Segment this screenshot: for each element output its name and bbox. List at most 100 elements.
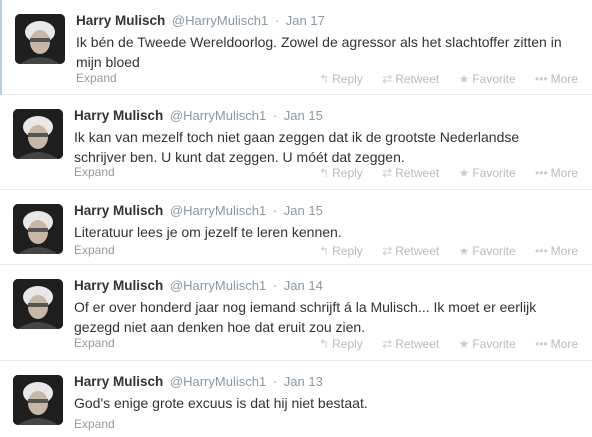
reply-button[interactable]: ↰ Reply xyxy=(319,337,363,351)
more-button[interactable]: ••• More xyxy=(535,72,578,86)
portrait-image xyxy=(15,14,65,64)
portrait-image xyxy=(13,375,63,425)
retweet-button[interactable]: ⇄ Retweet xyxy=(382,337,439,351)
tweet-text: Ik kan van mezelf toch niet gaan zeggen … xyxy=(74,129,520,165)
tweet-header: Harry Mulisch @HarryMulisch1 · Jan 15 xyxy=(74,203,323,221)
tweet-date[interactable]: Jan 17 xyxy=(286,13,325,28)
reply-button[interactable]: ↰ Reply xyxy=(319,166,363,180)
tweet-date[interactable]: Jan 15 xyxy=(284,203,323,218)
tweet-text: Literatuur lees je om jezelf te leren ke… xyxy=(74,224,342,240)
star-icon: ★ xyxy=(458,244,470,258)
favorite-button[interactable]: ★ Favorite xyxy=(459,72,516,86)
author-handle[interactable]: @HarryMulisch1 xyxy=(170,108,266,123)
avatar[interactable] xyxy=(13,375,63,425)
favorite-button[interactable]: ★ Favorite xyxy=(459,166,516,180)
reply-icon: ↰ xyxy=(319,166,330,180)
expand-link[interactable]: Expand xyxy=(74,417,115,431)
author-name[interactable]: Harry Mulisch xyxy=(76,13,165,28)
star-icon: ★ xyxy=(458,72,470,86)
author-name[interactable]: Harry Mulisch xyxy=(74,374,163,389)
retweet-icon: ⇄ xyxy=(382,337,393,351)
author-name[interactable]: Harry Mulisch xyxy=(74,203,163,218)
more-label: More xyxy=(550,244,578,258)
retweet-button[interactable]: ⇄ Retweet xyxy=(382,72,439,86)
reply-icon: ↰ xyxy=(319,244,330,258)
separator: · xyxy=(272,108,278,123)
star-icon: ★ xyxy=(458,337,470,351)
reply-button[interactable]: ↰ Reply xyxy=(319,72,363,86)
tweet-text: God's enige grote excuus is dat hij niet… xyxy=(74,395,368,411)
tweet-timeline: Harry Mulisch @HarryMulisch1 · Jan 17 Ik… xyxy=(0,0,592,437)
separator: · xyxy=(272,278,278,293)
retweet-button[interactable]: ⇄ Retweet xyxy=(382,166,439,180)
more-button[interactable]: ••• More xyxy=(535,337,578,351)
reply-label: Reply xyxy=(332,166,363,180)
favorite-label: Favorite xyxy=(472,166,516,180)
favorite-label: Favorite xyxy=(472,72,516,86)
tweet-actions: ↰ Reply ⇄ Retweet ★ Favorite ••• More xyxy=(303,166,578,180)
retweet-icon: ⇄ xyxy=(382,166,393,180)
favorite-label: Favorite xyxy=(472,337,516,351)
retweet-icon: ⇄ xyxy=(382,72,393,86)
tweet-date[interactable]: Jan 14 xyxy=(284,278,323,293)
more-label: More xyxy=(550,337,578,351)
tweet-date[interactable]: Jan 15 xyxy=(284,108,323,123)
separator: · xyxy=(272,374,278,389)
author-handle[interactable]: @HarryMulisch1 xyxy=(170,278,266,293)
avatar[interactable] xyxy=(13,204,63,254)
avatar[interactable] xyxy=(13,279,63,329)
tweet-actions: ↰ Reply ⇄ Retweet ★ Favorite ••• More xyxy=(303,244,578,258)
reply-icon: ↰ xyxy=(319,72,330,86)
author-name[interactable]: Harry Mulisch xyxy=(74,108,163,123)
more-button[interactable]: ••• More xyxy=(535,166,578,180)
reply-button[interactable]: ↰ Reply xyxy=(319,244,363,258)
tweet[interactable]: Harry Mulisch @HarryMulisch1 · Jan 17 Ik… xyxy=(0,0,592,95)
retweet-label: Retweet xyxy=(395,337,440,351)
author-handle[interactable]: @HarryMulisch1 xyxy=(170,203,266,218)
more-label: More xyxy=(550,166,578,180)
retweet-label: Retweet xyxy=(395,72,440,86)
expand-link[interactable]: Expand xyxy=(74,165,115,179)
tweet[interactable]: Harry Mulisch @HarryMulisch1 · Jan 15 Li… xyxy=(0,190,592,265)
tweet-date[interactable]: Jan 13 xyxy=(284,374,323,389)
tweet-text: Of er over honderd jaar nog iemand schri… xyxy=(74,299,537,335)
portrait-image xyxy=(13,204,63,254)
avatar[interactable] xyxy=(15,14,65,64)
favorite-button[interactable]: ★ Favorite xyxy=(459,244,516,258)
retweet-icon: ⇄ xyxy=(382,244,393,258)
tweet[interactable]: Harry Mulisch @HarryMulisch1 · Jan 14 Of… xyxy=(0,265,592,361)
retweet-label: Retweet xyxy=(395,166,440,180)
avatar[interactable] xyxy=(13,109,63,159)
tweet[interactable]: Harry Mulisch @HarryMulisch1 · Jan 15 Ik… xyxy=(0,95,592,190)
expand-link[interactable]: Expand xyxy=(76,71,117,85)
tweet-actions: ↰ Reply ⇄ Retweet ★ Favorite ••• More xyxy=(303,337,578,351)
star-icon: ★ xyxy=(458,166,470,180)
reply-icon: ↰ xyxy=(319,337,330,351)
author-handle[interactable]: @HarryMulisch1 xyxy=(172,13,268,28)
expand-link[interactable]: Expand xyxy=(74,243,115,257)
author-name[interactable]: Harry Mulisch xyxy=(74,278,163,293)
favorite-label: Favorite xyxy=(472,244,516,258)
more-dots-icon: ••• xyxy=(535,166,548,180)
reply-label: Reply xyxy=(332,337,363,351)
tweet-header: Harry Mulisch @HarryMulisch1 · Jan 17 xyxy=(76,13,325,31)
retweet-label: Retweet xyxy=(395,244,440,258)
tweet[interactable]: Harry Mulisch @HarryMulisch1 · Jan 13 Go… xyxy=(0,361,592,437)
retweet-button[interactable]: ⇄ Retweet xyxy=(382,244,439,258)
separator: · xyxy=(272,203,278,218)
tweet-actions: ↰ Reply ⇄ Retweet ★ Favorite ••• More xyxy=(303,72,578,86)
more-button[interactable]: ••• More xyxy=(535,244,578,258)
tweet-header: Harry Mulisch @HarryMulisch1 · Jan 15 xyxy=(74,108,323,126)
author-handle[interactable]: @HarryMulisch1 xyxy=(170,374,266,389)
more-dots-icon: ••• xyxy=(535,72,548,86)
favorite-button[interactable]: ★ Favorite xyxy=(459,337,516,351)
expand-link[interactable]: Expand xyxy=(74,336,115,350)
tweet-text: Ik bén de Tweede Wereldoorlog. Zowel de … xyxy=(76,34,562,70)
reply-label: Reply xyxy=(332,72,363,86)
tweet-header: Harry Mulisch @HarryMulisch1 · Jan 13 xyxy=(74,374,323,392)
more-dots-icon: ••• xyxy=(535,244,548,258)
more-label: More xyxy=(550,72,578,86)
tweet-header: Harry Mulisch @HarryMulisch1 · Jan 14 xyxy=(74,278,323,296)
more-dots-icon: ••• xyxy=(535,337,548,351)
portrait-image xyxy=(13,279,63,329)
